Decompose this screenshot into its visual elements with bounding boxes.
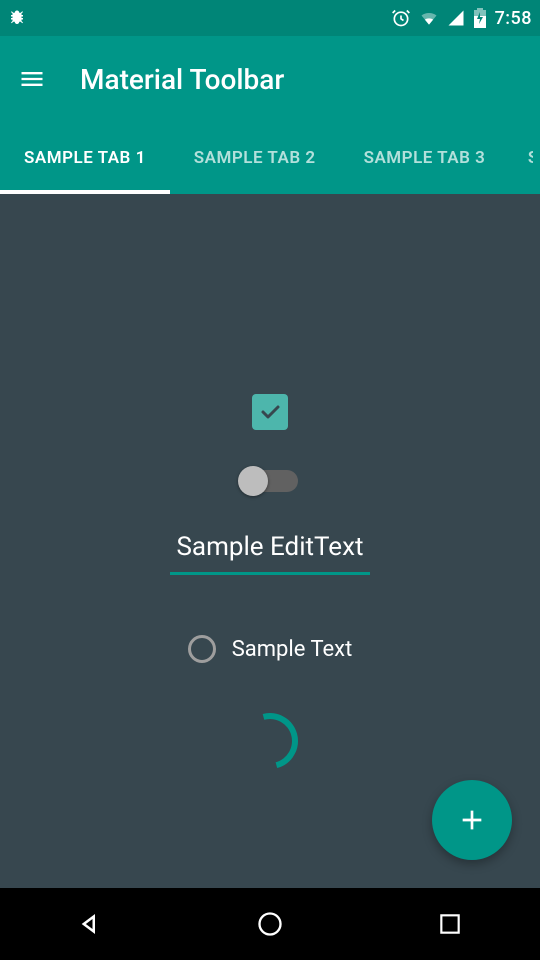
tab-sample-1[interactable]: SAMPLE TAB 1 [0,122,170,194]
sample-checkbox[interactable] [252,394,288,430]
app-toolbar: Material Toolbar [0,36,540,122]
tab-label: SAMPLE TAB 3 [364,148,486,168]
progress-spinner [232,703,308,779]
nav-recent[interactable] [390,900,510,948]
status-time: 7:58 [495,8,532,29]
menu-button[interactable] [8,55,56,103]
back-icon [75,909,105,939]
alarm-icon [391,8,411,28]
battery-icon [473,8,487,28]
home-icon [256,910,284,938]
nav-back[interactable] [30,900,150,948]
status-bar: 7:58 [0,0,540,36]
wifi-icon [419,8,439,28]
tab-label: SAMPLE TAB 1 [24,148,146,168]
status-right: 7:58 [391,8,532,29]
sample-edit-text[interactable]: Sample EditText [170,532,370,575]
tab-label: S [528,148,533,168]
fab-add[interactable] [432,780,512,860]
radio-circle-icon [188,635,216,663]
tab-sample-3[interactable]: SAMPLE TAB 3 [340,122,510,194]
tab-sample-4-partial[interactable]: S [509,122,533,194]
page-title: Material Toolbar [80,63,284,96]
recent-icon [437,911,463,937]
check-icon [258,400,282,424]
hamburger-icon [18,65,46,93]
status-left [8,9,26,27]
sample-edit-text-wrap: Sample EditText [170,532,370,575]
tab-sample-2[interactable]: SAMPLE TAB 2 [170,122,340,194]
android-nav-bar [0,888,540,960]
signal-icon [447,9,465,27]
nav-home[interactable] [210,900,330,948]
content-area: Sample EditText Sample Text [0,194,540,888]
switch-thumb [238,466,268,496]
radio-label: Sample Text [232,637,353,662]
plus-icon [456,804,488,836]
sample-radio[interactable]: Sample Text [188,635,353,663]
bug-icon [8,9,26,27]
tab-label: SAMPLE TAB 2 [194,148,316,168]
tab-bar: SAMPLE TAB 1 SAMPLE TAB 2 SAMPLE TAB 3 S [0,122,540,194]
sample-switch[interactable] [242,470,298,492]
